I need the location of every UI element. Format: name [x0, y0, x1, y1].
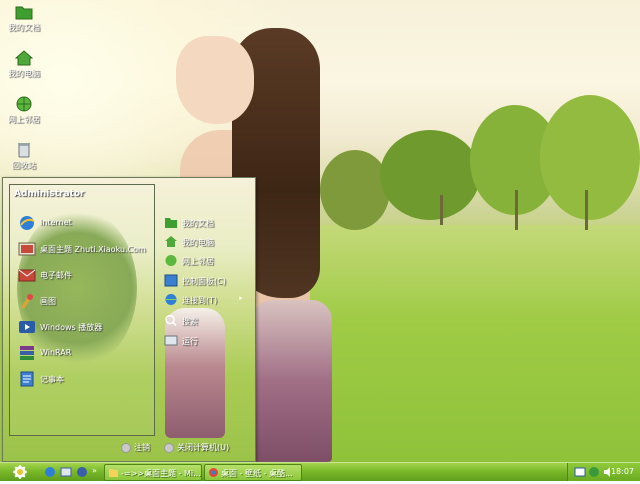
place-label: 控制面板(C) [182, 277, 226, 286]
place-network[interactable]: 网上邻居 [164, 252, 250, 270]
shutdown-label: 关闭计算机(U) [177, 443, 230, 452]
desktop-icon-label: 网上邻居 [8, 115, 40, 124]
tree-trunk [440, 195, 443, 225]
control-panel-icon [164, 274, 178, 287]
internet-explorer-icon [20, 216, 35, 230]
program-label: Internet [40, 218, 72, 227]
program-label: 桌面主题 Zhuti.Xiaoku.Com [40, 245, 146, 254]
task-label: -=>>桌面主题 - Mi... [121, 469, 201, 478]
tree [540, 95, 640, 220]
logoff-icon [121, 442, 131, 453]
place-label: 网上邻居 [182, 257, 214, 266]
shutdown-button[interactable]: 关闭计算机(U) [164, 442, 230, 453]
desktop-icon-recycle-bin[interactable]: 回收站 [4, 142, 44, 171]
network-globe-icon [16, 96, 32, 112]
tree-trunk [515, 190, 518, 230]
place-control-panel[interactable]: 控制面板(C) [164, 272, 250, 290]
email-icon [18, 269, 36, 282]
browser-icon [209, 468, 218, 477]
quicklaunch-more-icon[interactable]: » [92, 466, 97, 475]
start-menu-footer: 注销 关闭计算机(U) [121, 442, 253, 458]
logoff-button[interactable]: 注销 [121, 442, 153, 453]
desktop-icon-label: 我的文档 [8, 23, 40, 32]
quicklaunch-media-icon[interactable] [76, 466, 88, 478]
tray-network-icon[interactable] [574, 466, 586, 478]
taskbar: » -=>>桌面主题 - Mi... 桌面 - 壁纸 - 桌酷... 18:07 [0, 462, 640, 481]
program-item-theme[interactable]: 桌面主题 Zhuti.Xiaoku.Com [18, 239, 150, 259]
program-label: 电子邮件 [40, 271, 72, 280]
task-button-browser[interactable]: 桌面 - 壁纸 - 桌酷... [204, 464, 302, 481]
program-label: Windows 播放器 [40, 323, 103, 332]
desktop-icon-label: 回收站 [12, 161, 36, 170]
start-menu: Administrator Internet 桌面主题 Zhuti.Xiaoku… [2, 177, 256, 462]
program-item-paint[interactable]: 画图 [18, 291, 150, 311]
media-player-icon [19, 321, 35, 333]
place-connect-to[interactable]: 连接到(T) [164, 291, 250, 309]
place-label: 连接到(T) [182, 296, 218, 305]
system-tray: 18:07 [567, 463, 640, 481]
task-label: 桌面 - 壁纸 - 桌酷... [221, 469, 293, 478]
run-icon [164, 335, 178, 346]
tray-messenger-icon[interactable] [588, 466, 600, 478]
place-label: 搜索 [182, 317, 198, 326]
logoff-label: 注销 [134, 443, 150, 452]
place-run[interactable]: 运行 [164, 332, 250, 350]
woman-dress [252, 300, 332, 462]
program-item-media-player[interactable]: Windows 播放器 [18, 317, 150, 337]
start-button[interactable] [6, 463, 34, 481]
daisy-flower-icon [13, 465, 27, 479]
quicklaunch-ie-icon[interactable] [44, 466, 56, 478]
task-button-theme-folder[interactable]: -=>>桌面主题 - Mi... [104, 464, 202, 481]
winrar-icon [20, 346, 34, 360]
folder-icon [15, 6, 33, 20]
home-computer-icon [165, 236, 177, 247]
desktop-icon-my-documents[interactable]: 我的文档 [4, 4, 44, 33]
place-my-computer[interactable]: 我的电脑 [164, 233, 250, 251]
connect-globe-icon [165, 294, 177, 305]
home-computer-icon [15, 50, 33, 66]
program-label: 记事本 [40, 375, 64, 384]
place-label: 我的文档 [182, 219, 214, 228]
program-item-notepad[interactable]: 记事本 [18, 369, 150, 389]
place-label: 我的电脑 [182, 238, 214, 247]
quicklaunch-desktop-icon[interactable] [60, 466, 72, 478]
tree-trunk [585, 190, 588, 230]
desktop-icon-my-computer[interactable]: 我的电脑 [4, 50, 44, 79]
start-menu-programs-panel: Administrator Internet 桌面主题 Zhuti.Xiaoku… [9, 184, 155, 436]
search-icon [165, 314, 177, 327]
folder-icon [109, 469, 118, 477]
grass-field [300, 225, 640, 462]
program-label: 画图 [40, 297, 56, 306]
theme-icon [18, 242, 36, 256]
place-search[interactable]: 搜索 [164, 312, 250, 330]
tree [380, 130, 480, 220]
program-item-winrar[interactable]: WinRAR [18, 343, 150, 363]
shutdown-icon [164, 442, 174, 453]
submenu-arrow-icon: ▸ [239, 294, 243, 302]
network-globe-icon [165, 255, 177, 266]
user-name: Administrator [14, 189, 85, 199]
tree [320, 150, 390, 230]
recycle-bin-icon [18, 143, 30, 158]
desktop-icon-label: 我的电脑 [8, 69, 40, 78]
place-my-documents[interactable]: 我的文档 [164, 214, 250, 232]
place-label: 运行 [182, 337, 198, 346]
program-item-internet[interactable]: Internet [18, 213, 150, 233]
clock[interactable]: 18:07 [611, 467, 634, 476]
folder-icon [165, 218, 177, 228]
paint-icon [21, 294, 33, 309]
desktop-icon-network[interactable]: 网上邻居 [4, 96, 44, 125]
program-label: WinRAR [40, 348, 72, 357]
woman-face [176, 36, 254, 124]
notepad-icon [20, 371, 34, 387]
program-item-email[interactable]: 电子邮件 [18, 265, 150, 285]
